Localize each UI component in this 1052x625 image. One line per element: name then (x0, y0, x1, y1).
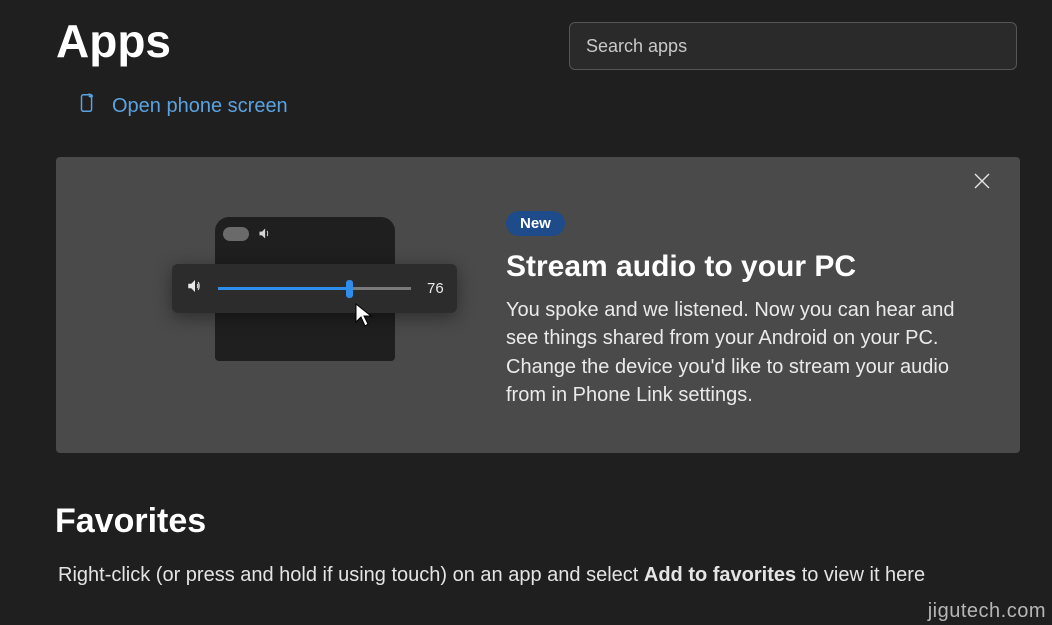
favorites-hint-pre: Right-click (or press and hold if using … (58, 564, 644, 586)
close-button[interactable] (970, 171, 994, 195)
volume-slider-fill (218, 287, 349, 290)
favorites-hint-bold: Add to favorites (644, 564, 796, 586)
card-content: New Stream audio to your PC You spoke an… (456, 201, 1020, 410)
open-phone-screen-link[interactable]: Open phone screen (76, 92, 288, 120)
close-icon (974, 173, 990, 194)
open-phone-screen-label: Open phone screen (112, 95, 288, 118)
new-badge: New (506, 211, 565, 236)
card-title: Stream audio to your PC (506, 250, 968, 284)
volume-popup: 76 (172, 264, 457, 313)
speaker-icon (186, 277, 204, 300)
volume-value: 76 (427, 280, 444, 297)
stream-audio-card: 76 New Stream audio to your PC You spoke… (56, 157, 1020, 453)
card-body-text: You spoke and we listened. Now you can h… (506, 296, 968, 410)
favorites-hint-post: to view it here (796, 564, 925, 586)
volume-slider[interactable] (218, 287, 411, 290)
speaker-small-icon (257, 226, 272, 246)
mouse-cursor-icon (354, 302, 374, 333)
favorites-hint: Right-click (or press and hold if using … (58, 564, 925, 587)
phone-icon (76, 92, 98, 120)
card-illustration: 76 (56, 157, 456, 453)
favorites-heading: Favorites (55, 502, 206, 541)
phone-pill-icon (223, 227, 249, 241)
volume-slider-thumb[interactable] (346, 280, 353, 298)
search-input[interactable] (569, 22, 1017, 70)
watermark-text: jigutech.com (928, 600, 1046, 623)
